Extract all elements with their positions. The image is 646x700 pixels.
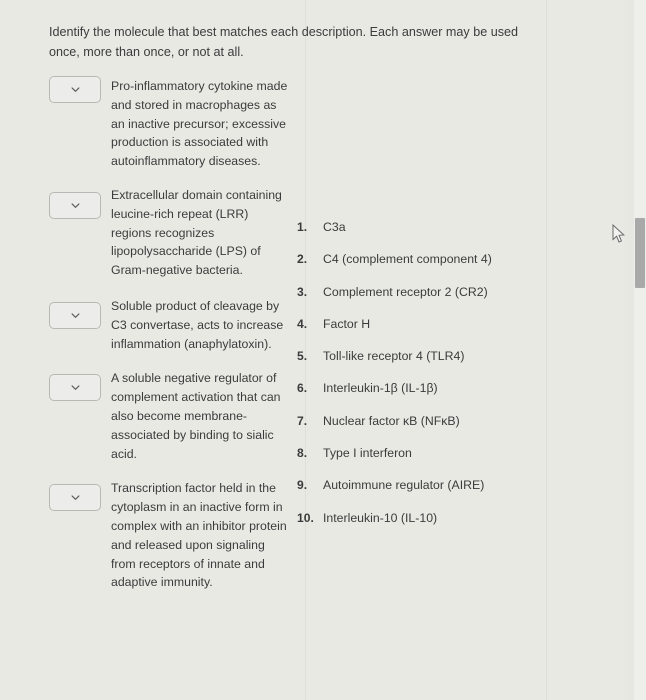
answer-dropdown-2[interactable] bbox=[49, 191, 101, 219]
answer-dropdown-5[interactable] bbox=[49, 484, 101, 512]
vertical-scrollbar[interactable] bbox=[634, 0, 646, 700]
list-item: 5. Toll-like receptor 4 (TLR4) bbox=[297, 348, 547, 364]
question-text-2: Extracellular domain containing leucine-… bbox=[111, 187, 282, 278]
question-text-1: Pro-inflammatory cytokine made and store… bbox=[111, 79, 288, 169]
list-item: 6. Interleukin-1β (IL-1β) bbox=[297, 380, 547, 396]
question-text-5: Transcription factor held in the cytopla… bbox=[111, 481, 287, 590]
question-item-3: Soluble product of cleavage by C3 conver… bbox=[49, 296, 289, 353]
option-label: Nuclear factor κB (NFκB) bbox=[323, 413, 460, 428]
option-label: C3a bbox=[323, 220, 346, 234]
chevron-down-icon bbox=[70, 495, 80, 501]
question-text-4: A soluble negative regulator of compleme… bbox=[111, 371, 281, 461]
option-label: Interleukin-10 (IL-10) bbox=[323, 510, 438, 525]
option-number: 3. bbox=[297, 284, 308, 299]
option-label: Interleukin-1β (IL-1β) bbox=[323, 381, 438, 396]
option-number: 10. bbox=[297, 510, 314, 525]
mouse-cursor-icon bbox=[612, 224, 625, 243]
list-item: 3. Complement receptor 2 (CR2) bbox=[297, 284, 547, 300]
question-item-4: A soluble negative regulator of compleme… bbox=[49, 368, 289, 463]
question-item-1: Pro-inflammatory cytokine made and store… bbox=[49, 76, 289, 171]
chevron-down-icon bbox=[70, 385, 80, 391]
answer-option-list: 1. C3a 2. C4 (complement component 4) 3.… bbox=[297, 219, 547, 542]
answer-dropdown-1[interactable] bbox=[49, 76, 101, 103]
list-item: 4. Factor H bbox=[297, 316, 547, 332]
option-label: Complement receptor 2 (CR2) bbox=[323, 284, 488, 299]
chevron-down-icon bbox=[70, 313, 80, 318]
option-number: 7. bbox=[297, 413, 308, 428]
question-item-2: Extracellular domain containing leucine-… bbox=[49, 185, 289, 280]
option-number: 1. bbox=[297, 220, 308, 234]
list-item: 2. C4 (complement component 4) bbox=[297, 251, 547, 267]
option-label: Toll-like receptor 4 (TLR4) bbox=[323, 349, 465, 364]
option-label: Autoimmune regulator (AIRE) bbox=[323, 478, 485, 493]
chevron-down-icon bbox=[70, 203, 80, 208]
list-item: 8. Type I interferon bbox=[297, 445, 547, 461]
option-label: Factor H bbox=[323, 316, 371, 331]
list-item: 1. C3a bbox=[297, 219, 547, 235]
option-label: C4 (complement component 4) bbox=[323, 252, 492, 267]
answer-dropdown-4[interactable] bbox=[49, 374, 101, 402]
question-item-5: Transcription factor held in the cytopla… bbox=[49, 478, 289, 592]
list-item: 7. Nuclear factor κB (NFκB) bbox=[297, 413, 547, 429]
option-number: 9. bbox=[297, 478, 308, 493]
scrollbar-thumb[interactable] bbox=[635, 218, 645, 288]
quiz-page: Identify the molecule that best matches … bbox=[0, 0, 646, 700]
option-label: Type I interferon bbox=[323, 446, 412, 461]
question-list: Pro-inflammatory cytokine made and store… bbox=[49, 76, 289, 592]
answer-dropdown-3[interactable] bbox=[49, 301, 101, 329]
option-number: 4. bbox=[297, 316, 308, 331]
option-number: 6. bbox=[297, 381, 308, 396]
list-item: 9. Autoimmune regulator (AIRE) bbox=[297, 477, 547, 493]
question-text-3: Soluble product of cleavage by C3 conver… bbox=[111, 298, 284, 351]
option-number: 8. bbox=[297, 446, 308, 461]
option-number: 5. bbox=[297, 349, 308, 364]
chevron-down-icon bbox=[70, 87, 80, 92]
page-title: Identify the molecule that best matches … bbox=[49, 25, 519, 59]
option-number: 2. bbox=[297, 252, 308, 267]
list-item: 10. Interleukin-10 (IL-10) bbox=[297, 510, 547, 526]
